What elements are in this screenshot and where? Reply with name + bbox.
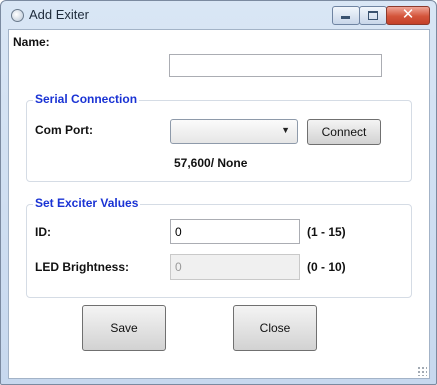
exciter-values-group: Set Exciter Values ID: (1 - 15) LED Brig… <box>26 196 412 298</box>
close-button[interactable]: Close <box>233 305 317 351</box>
minimize-button[interactable] <box>332 6 360 25</box>
save-button[interactable]: Save <box>82 305 166 351</box>
title-bar[interactable]: Add Exiter ✕ <box>1 1 436 29</box>
maximize-button[interactable] <box>359 6 387 25</box>
connect-button[interactable]: Connect <box>307 119 381 145</box>
radio-circle-icon <box>11 9 24 22</box>
add-exiter-dialog: Add Exiter ✕ Name: Serial Connection Com… <box>0 0 437 385</box>
close-window-button[interactable]: ✕ <box>386 5 430 25</box>
close-icon: ✕ <box>401 5 415 23</box>
id-input[interactable] <box>170 219 300 244</box>
led-range-hint: (0 - 10) <box>307 260 346 274</box>
resize-grip-icon[interactable] <box>417 366 427 376</box>
serial-connection-group: Serial Connection Com Port: ▼ Connect 57… <box>26 92 412 182</box>
serial-connection-title: Serial Connection <box>33 92 140 106</box>
name-input[interactable] <box>169 54 382 77</box>
exciter-values-title: Set Exciter Values <box>33 196 141 210</box>
id-range-hint: (1 - 15) <box>307 225 346 239</box>
com-port-label: Com Port: <box>35 123 93 137</box>
name-label: Name: <box>13 35 50 49</box>
led-brightness-label: LED Brightness: <box>35 260 130 274</box>
dialog-body: Name: Serial Connection Com Port: ▼ Conn… <box>8 29 430 379</box>
com-port-dropdown[interactable]: ▼ <box>170 119 298 144</box>
chevron-down-icon: ▼ <box>281 125 290 135</box>
maximize-icon <box>368 11 378 20</box>
window-title: Add Exiter <box>29 7 89 22</box>
id-label: ID: <box>35 225 51 239</box>
led-brightness-input <box>170 254 300 280</box>
serial-settings-text: 57,600/ None <box>174 156 248 170</box>
minimize-icon <box>341 16 350 19</box>
